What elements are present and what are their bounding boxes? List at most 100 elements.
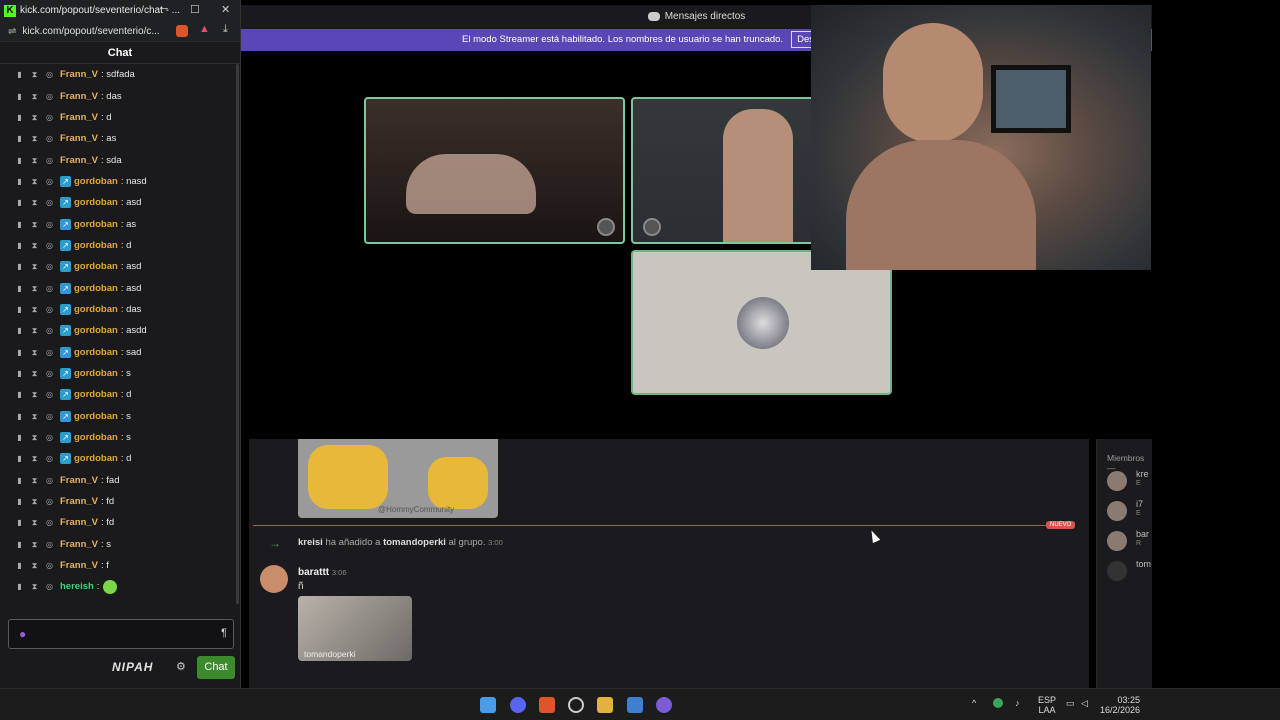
chat-username[interactable]: gordoban: [74, 283, 118, 294]
trash-icon[interactable]: ▮: [15, 220, 24, 229]
chat-username[interactable]: Frann_V: [60, 155, 98, 166]
trash-icon[interactable]: ▮: [15, 476, 24, 485]
chat-username[interactable]: Frann_V: [60, 496, 98, 507]
ban-icon[interactable]: ◎: [45, 540, 54, 549]
gear-icon[interactable]: ⚙: [176, 660, 186, 673]
timeout-icon[interactable]: ⧗: [30, 70, 39, 79]
volume-icon[interactable]: ◁: [1081, 698, 1088, 709]
trash-icon[interactable]: ▮: [15, 305, 24, 314]
chat-scrollbar[interactable]: [236, 64, 239, 604]
chat-username[interactable]: gordoban: [74, 325, 118, 336]
close-icon[interactable]: ✕: [221, 3, 230, 16]
chat-username[interactable]: gordoban: [74, 197, 118, 208]
url-bar[interactable]: ⇌ kick.com/popout/seventerio/c... ▲ ⤓: [0, 21, 240, 42]
avatar[interactable]: [260, 565, 288, 593]
timeout-icon[interactable]: ⧗: [30, 284, 39, 293]
timeout-icon[interactable]: ⧗: [30, 390, 39, 399]
send-chat-button[interactable]: Chat: [197, 656, 235, 679]
file-explorer-icon[interactable]: [597, 697, 613, 713]
timeout-icon[interactable]: ⧗: [30, 433, 39, 442]
trash-icon[interactable]: ▮: [15, 113, 24, 122]
mic-tray-icon[interactable]: ♪: [1015, 698, 1020, 708]
message-author[interactable]: barattt: [298, 567, 329, 578]
timeout-icon[interactable]: ⧗: [30, 454, 39, 463]
timeout-icon[interactable]: ⧗: [30, 561, 39, 570]
language-indicator[interactable]: ESP LAA: [1038, 695, 1056, 715]
video-tile-1[interactable]: [364, 97, 625, 244]
ban-icon[interactable]: ◎: [45, 369, 54, 378]
chat-username[interactable]: gordoban: [74, 453, 118, 464]
ban-icon[interactable]: ◎: [45, 220, 54, 229]
ban-icon[interactable]: ◎: [45, 156, 54, 165]
minimize-icon[interactable]: ─: [160, 3, 168, 15]
ban-icon[interactable]: ◎: [45, 497, 54, 506]
chat-username[interactable]: gordoban: [74, 347, 118, 358]
chat-input[interactable]: ● ¶: [8, 619, 234, 649]
clock[interactable]: 03:25 16/2/2026: [1100, 695, 1140, 715]
brave-rewards-icon[interactable]: ▲: [199, 23, 210, 35]
system-target[interactable]: tomandoperki: [383, 537, 446, 548]
trash-icon[interactable]: ▮: [15, 369, 24, 378]
maximize-icon[interactable]: ☐: [190, 3, 200, 16]
photos-app-icon[interactable]: [627, 697, 643, 713]
ban-icon[interactable]: ◎: [45, 177, 54, 186]
chat-username[interactable]: gordoban: [74, 304, 118, 315]
chat-username[interactable]: Frann_V: [60, 69, 98, 80]
brave-shield-icon[interactable]: [176, 25, 188, 37]
trash-icon[interactable]: ▮: [15, 134, 24, 143]
download-icon[interactable]: ⤓: [223, 23, 228, 36]
timeout-icon[interactable]: ⧗: [30, 326, 39, 335]
timeout-icon[interactable]: ⧗: [30, 412, 39, 421]
trash-icon[interactable]: ▮: [15, 156, 24, 165]
timeout-icon[interactable]: ⧗: [30, 497, 39, 506]
obs-app-icon[interactable]: [568, 697, 584, 713]
trash-icon[interactable]: ▮: [15, 518, 24, 527]
trash-icon[interactable]: ▮: [15, 262, 24, 271]
ban-icon[interactable]: ◎: [45, 198, 54, 207]
timeout-icon[interactable]: ⧗: [30, 156, 39, 165]
trash-icon[interactable]: ▮: [15, 284, 24, 293]
brave-app-icon[interactable]: [539, 697, 555, 713]
timeout-icon[interactable]: ⧗: [30, 113, 39, 122]
message-embed[interactable]: tomandoperki: [298, 596, 412, 661]
chat-username[interactable]: Frann_V: [60, 475, 98, 486]
trash-icon[interactable]: ▮: [15, 497, 24, 506]
timeout-icon[interactable]: ⧗: [30, 348, 39, 357]
ban-icon[interactable]: ◎: [45, 348, 54, 357]
ban-icon[interactable]: ◎: [45, 561, 54, 570]
chevron-up-icon[interactable]: ^: [972, 698, 976, 708]
trash-icon[interactable]: ▮: [15, 582, 24, 591]
trash-icon[interactable]: ▮: [15, 70, 24, 79]
ban-icon[interactable]: ◎: [45, 326, 54, 335]
trash-icon[interactable]: ▮: [15, 198, 24, 207]
chat-username[interactable]: gordoban: [74, 176, 118, 187]
ban-icon[interactable]: ◎: [45, 412, 54, 421]
trash-icon[interactable]: ▮: [15, 540, 24, 549]
ban-icon[interactable]: ◎: [45, 92, 54, 101]
chat-username[interactable]: gordoban: [74, 432, 118, 443]
chat-username[interactable]: Frann_V: [60, 133, 98, 144]
chat-username[interactable]: gordoban: [74, 240, 118, 251]
ban-icon[interactable]: ◎: [45, 582, 54, 591]
chat-username[interactable]: hereish: [60, 581, 94, 592]
trash-icon[interactable]: ▮: [15, 241, 24, 250]
discord-app-icon[interactable]: [510, 697, 526, 713]
timeout-icon[interactable]: ⧗: [30, 582, 39, 591]
nipah-logo[interactable]: NIPAH: [112, 660, 153, 674]
timeout-icon[interactable]: ⧗: [30, 369, 39, 378]
trash-icon[interactable]: ▮: [15, 454, 24, 463]
ban-icon[interactable]: ◎: [45, 390, 54, 399]
ban-icon[interactable]: ◎: [45, 284, 54, 293]
ban-icon[interactable]: ◎: [45, 262, 54, 271]
start-icon[interactable]: [480, 697, 496, 713]
chat-username[interactable]: Frann_V: [60, 112, 98, 123]
timeout-icon[interactable]: ⧗: [30, 198, 39, 207]
translate-icon[interactable]: ¶: [221, 627, 227, 639]
sticker-image[interactable]: @HommyCommunity: [298, 439, 498, 518]
chat-username[interactable]: gordoban: [74, 261, 118, 272]
trash-icon[interactable]: ▮: [15, 326, 24, 335]
chat-username[interactable]: Frann_V: [60, 517, 98, 528]
chat-username[interactable]: gordoban: [74, 389, 118, 400]
chat-username[interactable]: gordoban: [74, 411, 118, 422]
trash-icon[interactable]: ▮: [15, 92, 24, 101]
